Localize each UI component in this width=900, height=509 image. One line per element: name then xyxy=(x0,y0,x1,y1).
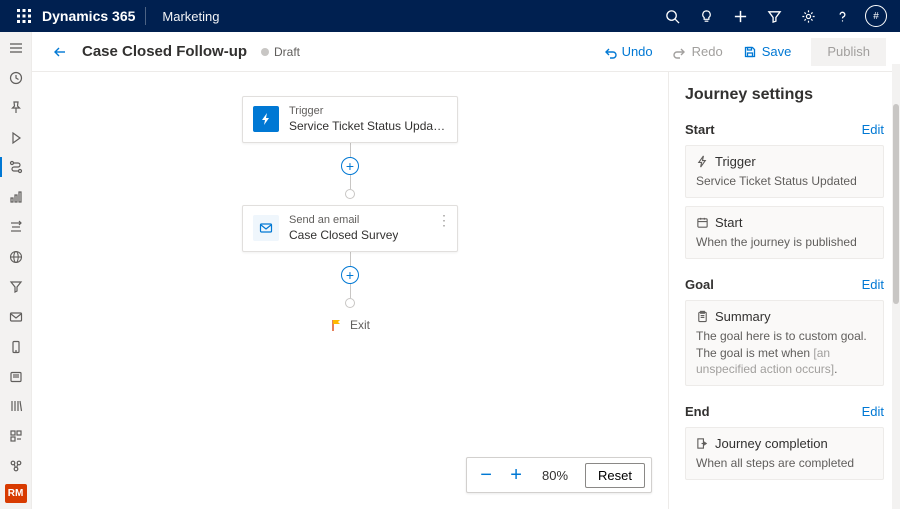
nav-mail-icon[interactable] xyxy=(0,305,32,329)
status-dot-icon xyxy=(261,48,269,56)
nav-connections-icon[interactable] xyxy=(0,454,32,478)
persona-badge[interactable]: RM xyxy=(5,484,27,503)
node-trigger-title: Service Ticket Status Updated xyxy=(289,119,447,134)
left-nav: RM xyxy=(0,32,32,509)
nav-pinned-icon[interactable] xyxy=(0,96,32,120)
search-icon[interactable] xyxy=(656,0,688,32)
undo-button[interactable]: Undo xyxy=(595,38,661,66)
zoom-value: 80% xyxy=(533,468,577,483)
exit-node: Exit xyxy=(330,318,370,332)
save-label: Save xyxy=(762,44,792,59)
card-trigger: Trigger Service Ticket Status Updated xyxy=(685,145,884,198)
account-avatar[interactable]: # xyxy=(860,0,892,32)
product-name: Dynamics 365 xyxy=(40,8,145,24)
redo-button: Redo xyxy=(665,38,731,66)
main-area: Case Closed Follow-up Draft Undo Redo Sa… xyxy=(32,32,900,509)
save-button[interactable]: Save xyxy=(735,38,800,66)
card-start-value: When the journey is published xyxy=(696,234,873,250)
email-icon xyxy=(253,215,279,241)
card-end: Journey completion When all steps are co… xyxy=(685,427,884,480)
node-email[interactable]: Send an email Case Closed Survey ⋮ xyxy=(242,205,458,252)
add-icon[interactable] xyxy=(724,0,756,32)
card-start-label: Start xyxy=(715,215,742,230)
nav-analytics-icon[interactable] xyxy=(0,185,32,209)
nav-library-icon[interactable] xyxy=(0,395,32,419)
page-header: Case Closed Follow-up Draft Undo Redo Sa… xyxy=(32,32,900,72)
nav-segments-icon[interactable] xyxy=(0,424,32,448)
side-heading: Journey settings xyxy=(685,86,884,104)
add-action-button-1[interactable]: + xyxy=(341,157,359,175)
global-top-bar: Dynamics 365 Marketing # xyxy=(0,0,900,32)
scrollbar-thumb[interactable] xyxy=(893,104,899,304)
edit-end-link[interactable]: Edit xyxy=(862,404,884,419)
publish-button: Publish xyxy=(811,38,886,66)
app-area-name[interactable]: Marketing xyxy=(152,9,229,24)
card-goal: Summary The goal here is to custom goal.… xyxy=(685,300,884,386)
exit-icon xyxy=(696,437,709,450)
gear-icon[interactable] xyxy=(792,0,824,32)
nav-journeys-icon[interactable] xyxy=(0,156,32,180)
connector-line xyxy=(350,284,351,298)
page-actions: Undo Redo Save Publish xyxy=(595,38,886,66)
card-trigger-label: Trigger xyxy=(715,154,756,169)
node-email-label: Send an email xyxy=(289,214,398,228)
zoom-out-button[interactable]: − xyxy=(473,462,499,488)
lightbulb-icon[interactable] xyxy=(690,0,722,32)
connector-line xyxy=(350,175,351,189)
redo-label: Redo xyxy=(692,44,723,59)
card-goal-label: Summary xyxy=(715,309,771,324)
status-label: Draft xyxy=(274,45,300,59)
clipboard-icon xyxy=(696,310,709,323)
nav-device-icon[interactable] xyxy=(0,335,32,359)
connector-dot xyxy=(345,298,355,308)
zoom-in-button[interactable]: + xyxy=(503,462,529,488)
header-divider xyxy=(145,7,146,25)
journey-settings-panel: Journey settings Start Edit Trigger Serv… xyxy=(668,72,900,509)
card-goal-value: The goal here is to custom goal. The goa… xyxy=(696,328,873,377)
scrollbar-track[interactable] xyxy=(892,64,900,509)
journey-canvas[interactable]: Trigger Service Ticket Status Updated + xyxy=(32,72,668,509)
lightning-icon xyxy=(696,155,709,168)
flag-icon xyxy=(330,318,344,332)
nav-globe-icon[interactable] xyxy=(0,245,32,269)
nav-play-icon[interactable] xyxy=(0,126,32,150)
back-button[interactable] xyxy=(46,38,74,66)
status-chip: Draft xyxy=(261,45,300,59)
node-trigger[interactable]: Trigger Service Ticket Status Updated xyxy=(242,96,458,143)
nav-flow-icon[interactable] xyxy=(0,215,32,239)
undo-label: Undo xyxy=(622,44,653,59)
edit-start-link[interactable]: Edit xyxy=(862,122,884,137)
filter-icon[interactable] xyxy=(758,0,790,32)
connector-line xyxy=(350,252,351,266)
card-trigger-value: Service Ticket Status Updated xyxy=(696,173,873,189)
section-goal-title: Goal xyxy=(685,277,714,292)
help-icon[interactable] xyxy=(826,0,858,32)
calendar-icon xyxy=(696,216,709,229)
card-start: Start When the journey is published xyxy=(685,206,884,259)
exit-label: Exit xyxy=(350,318,370,332)
nav-form-icon[interactable] xyxy=(0,365,32,389)
section-start-title: Start xyxy=(685,122,715,137)
section-end-title: End xyxy=(685,404,710,419)
card-end-label: Journey completion xyxy=(715,436,828,451)
lightning-icon xyxy=(253,106,279,132)
edit-goal-link[interactable]: Edit xyxy=(862,277,884,292)
nav-recent-icon[interactable] xyxy=(0,66,32,90)
page-title: Case Closed Follow-up xyxy=(82,43,247,60)
node-email-title: Case Closed Survey xyxy=(289,228,398,243)
nav-filter2-icon[interactable] xyxy=(0,275,32,299)
node-trigger-label: Trigger xyxy=(289,105,447,119)
nav-hamburger-icon[interactable] xyxy=(0,36,32,60)
node-overflow-icon[interactable]: ⋮ xyxy=(437,216,451,224)
zoom-reset-button[interactable]: Reset xyxy=(585,463,645,488)
zoom-control: − + 80% Reset xyxy=(466,457,652,493)
top-actions: # xyxy=(656,0,892,32)
card-end-value: When all steps are completed xyxy=(696,455,873,471)
add-action-button-2[interactable]: + xyxy=(341,266,359,284)
connector-line xyxy=(350,143,351,157)
app-launcher-icon[interactable] xyxy=(8,0,40,32)
connector-dot xyxy=(345,189,355,199)
